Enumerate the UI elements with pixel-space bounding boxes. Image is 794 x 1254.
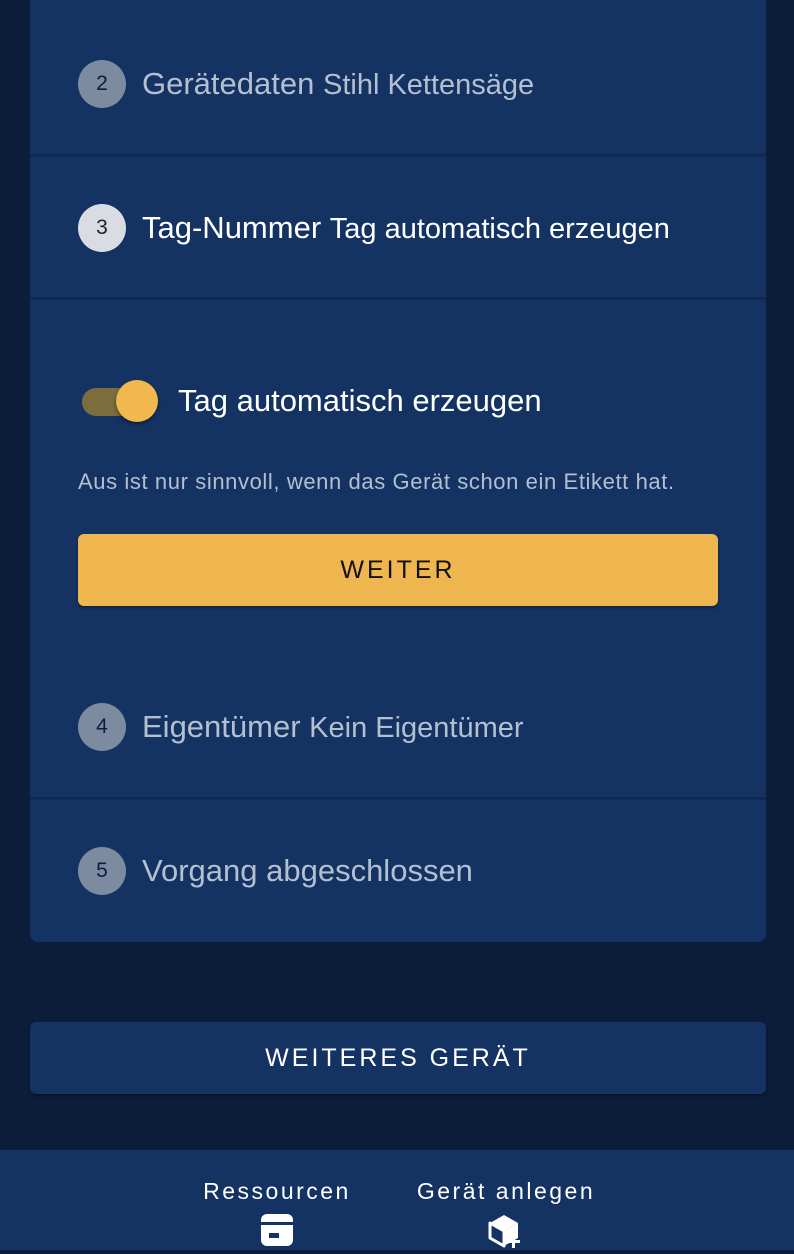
step-5-number: 5	[78, 846, 126, 895]
auto-tag-toggle[interactable]	[78, 378, 158, 424]
auto-tag-row: Tag automatisch erzeugen	[78, 378, 542, 424]
step-3-number: 3	[78, 203, 126, 252]
step-2-number: 2	[78, 59, 126, 108]
step-3-summary: Tag automatisch erzeugen	[329, 212, 670, 245]
nav-item-add-device[interactable]: Gerät anlegen	[416, 1150, 596, 1250]
step-2-label: Gerätedaten	[142, 65, 315, 101]
step-3-title: Tag-Nummer Tag automatisch erzeugen	[142, 210, 670, 246]
add-device-icon	[487, 1213, 525, 1254]
step-2-header[interactable]: 2 Gerätedaten Stihl Kettensäge	[30, 12, 766, 155]
bottom-nav: Ressourcen Gerät anlegen	[0, 1150, 794, 1250]
step-3-header[interactable]: 3 Tag-Nummer Tag automatisch erzeugen	[30, 156, 766, 299]
next-button[interactable]: WEITER	[78, 534, 718, 606]
step-5-header[interactable]: 5 Vorgang abgeschlossen	[30, 799, 766, 942]
step-4-header[interactable]: 4 Eigentümer Kein Eigentümer	[30, 655, 766, 798]
add-another-device-button[interactable]: WEITERES GERÄT	[30, 1022, 766, 1094]
resource-box-icon	[260, 1213, 294, 1252]
nav-item-resources[interactable]: Ressourcen	[202, 1150, 352, 1250]
stepper-card: 2 Gerätedaten Stihl Kettensäge 3 Tag-Num…	[30, 0, 766, 942]
nav-item-resources-label: Ressourcen	[203, 1178, 351, 1204]
step-2-title: Gerätedaten Stihl Kettensäge	[142, 66, 534, 102]
step-5-title: Vorgang abgeschlossen	[142, 853, 473, 889]
toggle-thumb	[116, 380, 158, 422]
step-4-title: Eigentümer Kein Eigentümer	[142, 709, 524, 745]
auto-tag-label: Tag automatisch erzeugen	[178, 383, 542, 418]
step-4-number: 4	[78, 702, 126, 751]
step-4-label: Eigentümer	[142, 708, 301, 744]
nav-item-add-device-label: Gerät anlegen	[416, 1178, 596, 1204]
step-2-summary: Stihl Kettensäge	[322, 68, 535, 101]
step-4-summary: Kein Eigentümer	[309, 711, 524, 744]
auto-tag-hint: Aus ist nur sinnvoll, wenn das Gerät sch…	[78, 469, 675, 494]
step-divider	[30, 297, 766, 299]
step-5-label: Vorgang abgeschlossen	[142, 852, 473, 888]
step-3-label: Tag-Nummer	[142, 209, 322, 245]
